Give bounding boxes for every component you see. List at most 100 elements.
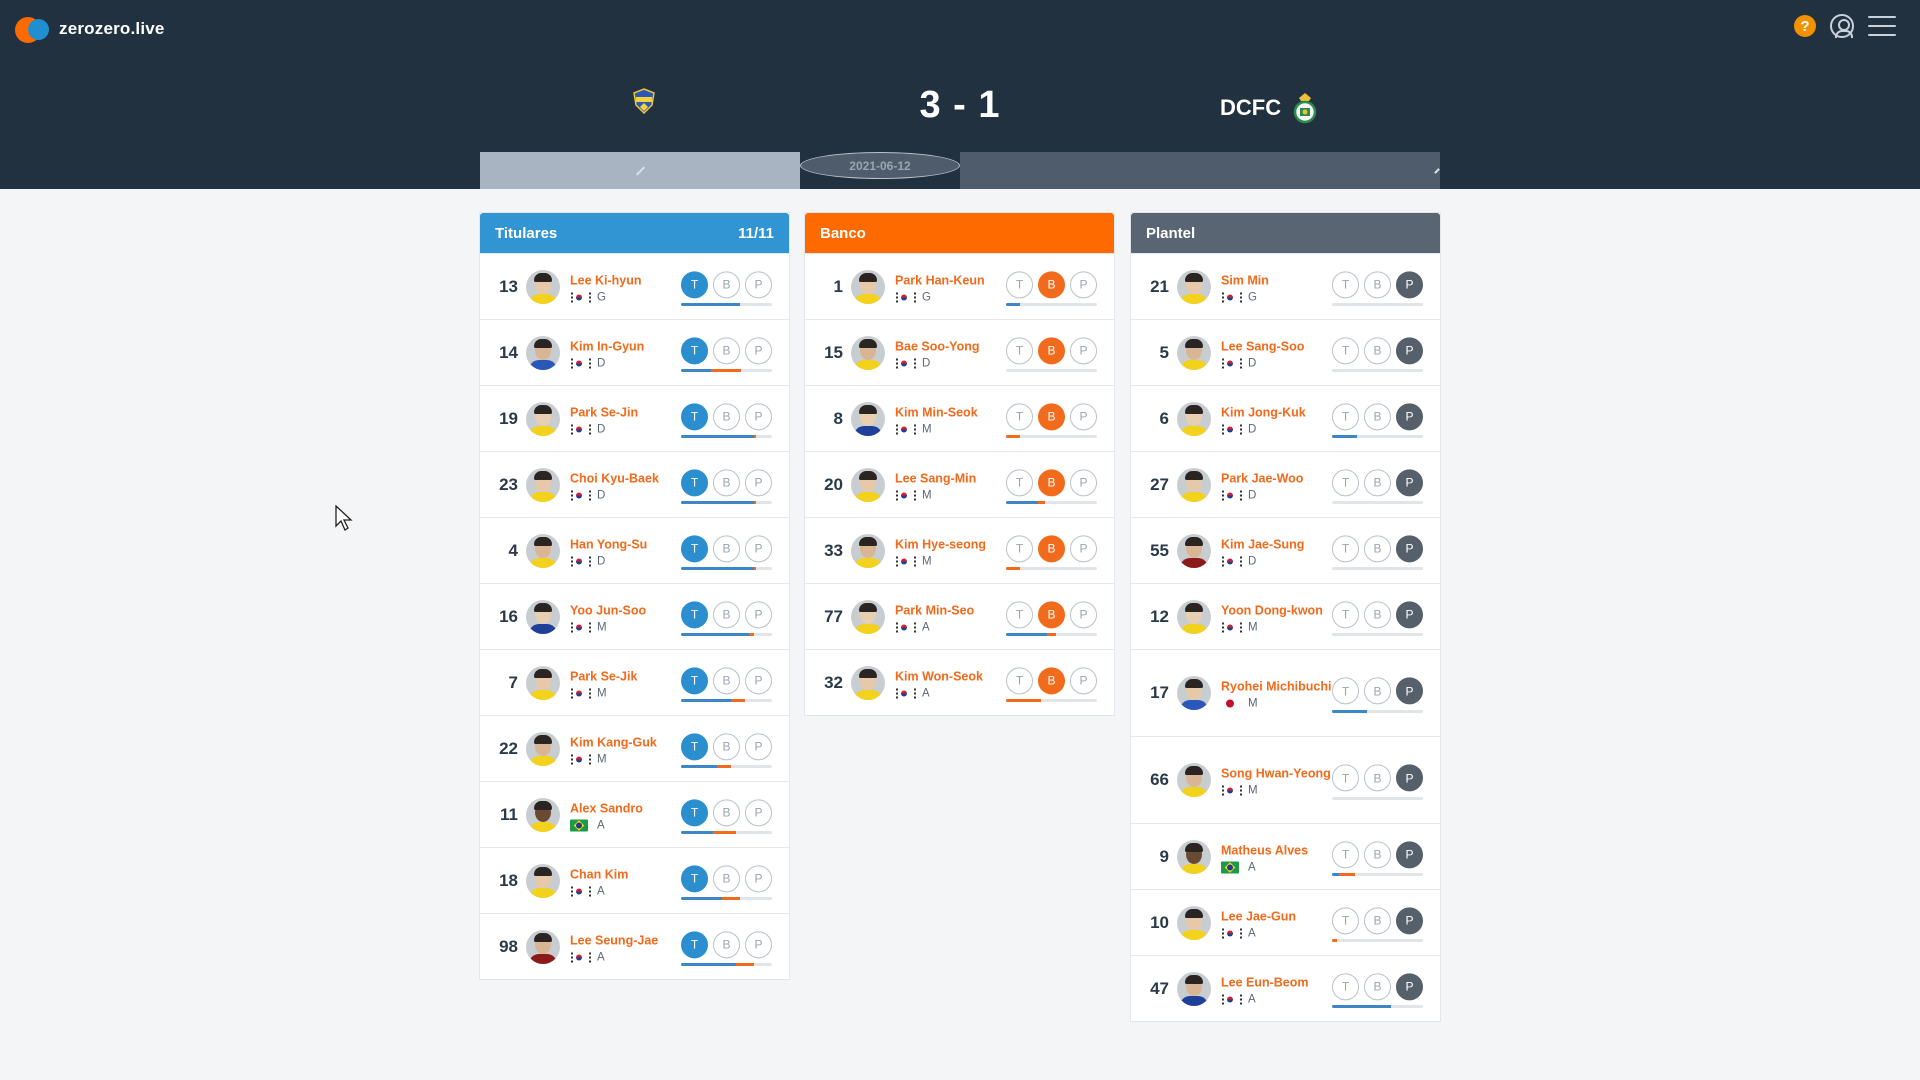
menu-icon[interactable] — [1868, 16, 1896, 36]
status-b-button[interactable]: B — [1364, 906, 1391, 934]
player-avatar[interactable] — [851, 269, 885, 304]
status-t-button[interactable]: T — [1332, 840, 1359, 868]
status-b-button[interactable]: B — [1364, 468, 1391, 496]
status-p-button[interactable]: P — [745, 732, 772, 760]
status-p-button[interactable]: P — [745, 402, 772, 430]
status-p-button[interactable]: P — [1396, 764, 1423, 792]
status-b-button[interactable]: B — [713, 732, 740, 760]
status-p-button[interactable]: P — [745, 864, 772, 892]
status-p-button[interactable]: P — [1396, 402, 1423, 430]
status-b-button[interactable]: B — [713, 534, 740, 562]
status-b-button[interactable]: B — [1038, 468, 1065, 496]
status-t-button[interactable]: T — [681, 732, 708, 760]
status-t-button[interactable]: T — [1332, 270, 1359, 298]
player-avatar[interactable] — [851, 665, 885, 700]
status-b-button[interactable]: B — [713, 798, 740, 826]
status-b-button[interactable]: B — [1038, 336, 1065, 364]
status-t-button[interactable]: T — [1332, 677, 1359, 705]
status-p-button[interactable]: P — [1396, 840, 1423, 868]
player-avatar[interactable] — [851, 335, 885, 370]
status-p-button[interactable]: P — [1070, 534, 1097, 562]
player-avatar[interactable] — [526, 863, 560, 898]
status-p-button[interactable]: P — [745, 798, 772, 826]
player-avatar[interactable] — [1177, 839, 1211, 874]
status-p-button[interactable]: P — [1396, 468, 1423, 496]
player-avatar[interactable] — [526, 335, 560, 370]
help-icon[interactable]: ? — [1794, 15, 1816, 37]
edit-home-tab[interactable] — [480, 152, 800, 189]
status-t-button[interactable]: T — [1006, 600, 1033, 628]
status-b-button[interactable]: B — [713, 666, 740, 694]
status-p-button[interactable]: P — [1396, 336, 1423, 364]
status-t-button[interactable]: T — [681, 930, 708, 958]
status-t-button[interactable]: T — [1332, 336, 1359, 364]
status-p-button[interactable]: P — [1070, 666, 1097, 694]
status-t-button[interactable]: T — [1332, 600, 1359, 628]
status-t-button[interactable]: T — [1332, 402, 1359, 430]
player-avatar[interactable] — [1177, 533, 1211, 568]
player-avatar[interactable] — [1177, 335, 1211, 370]
player-avatar[interactable] — [1177, 401, 1211, 436]
status-b-button[interactable]: B — [1364, 972, 1391, 1000]
status-b-button[interactable]: B — [1364, 534, 1391, 562]
status-t-button[interactable]: T — [1006, 270, 1033, 298]
status-b-button[interactable]: B — [1038, 600, 1065, 628]
status-t-button[interactable]: T — [1332, 906, 1359, 934]
status-b-button[interactable]: B — [713, 270, 740, 298]
status-p-button[interactable]: P — [1070, 336, 1097, 364]
status-t-button[interactable]: T — [681, 402, 708, 430]
status-t-button[interactable]: T — [681, 468, 708, 496]
status-p-button[interactable]: P — [745, 930, 772, 958]
status-b-button[interactable]: B — [1364, 677, 1391, 705]
status-t-button[interactable]: T — [681, 798, 708, 826]
status-p-button[interactable]: P — [1070, 600, 1097, 628]
player-avatar[interactable] — [1177, 905, 1211, 940]
player-avatar[interactable] — [1177, 467, 1211, 502]
status-p-button[interactable]: P — [745, 600, 772, 628]
player-avatar[interactable] — [526, 797, 560, 832]
status-t-button[interactable]: T — [1332, 534, 1359, 562]
status-t-button[interactable]: T — [1006, 468, 1033, 496]
status-t-button[interactable]: T — [1006, 666, 1033, 694]
status-b-button[interactable]: B — [713, 930, 740, 958]
player-avatar[interactable] — [1177, 599, 1211, 634]
player-avatar[interactable] — [526, 269, 560, 304]
status-p-button[interactable]: P — [1070, 468, 1097, 496]
status-b-button[interactable]: B — [1364, 270, 1391, 298]
status-p-button[interactable]: P — [745, 468, 772, 496]
status-p-button[interactable]: P — [745, 336, 772, 364]
status-b-button[interactable]: B — [713, 402, 740, 430]
site-logo[interactable]: zerozero.live — [15, 14, 165, 44]
player-avatar[interactable] — [526, 533, 560, 568]
status-t-button[interactable]: T — [1332, 468, 1359, 496]
status-t-button[interactable]: T — [681, 534, 708, 562]
status-b-button[interactable]: B — [1364, 764, 1391, 792]
status-p-button[interactable]: P — [1396, 600, 1423, 628]
status-p-button[interactable]: P — [745, 666, 772, 694]
status-p-button[interactable]: P — [745, 270, 772, 298]
player-avatar[interactable] — [851, 533, 885, 568]
status-p-button[interactable]: P — [1070, 270, 1097, 298]
status-b-button[interactable]: B — [1364, 840, 1391, 868]
player-avatar[interactable] — [526, 401, 560, 436]
status-p-button[interactable]: P — [1396, 270, 1423, 298]
status-b-button[interactable]: B — [713, 336, 740, 364]
status-p-button[interactable]: P — [745, 534, 772, 562]
status-b-button[interactable]: B — [713, 600, 740, 628]
edit-away-tab[interactable] — [960, 152, 1440, 189]
player-avatar[interactable] — [1177, 971, 1211, 1006]
status-t-button[interactable]: T — [1332, 764, 1359, 792]
status-b-button[interactable]: B — [1364, 336, 1391, 364]
status-t-button[interactable]: T — [681, 864, 708, 892]
player-avatar[interactable] — [526, 599, 560, 634]
status-b-button[interactable]: B — [1364, 402, 1391, 430]
user-icon[interactable] — [1830, 14, 1854, 38]
player-avatar[interactable] — [1177, 269, 1211, 304]
status-t-button[interactable]: T — [681, 336, 708, 364]
status-b-button[interactable]: B — [1038, 534, 1065, 562]
status-b-button[interactable]: B — [1038, 666, 1065, 694]
status-b-button[interactable]: B — [713, 864, 740, 892]
status-p-button[interactable]: P — [1070, 402, 1097, 430]
status-b-button[interactable]: B — [1364, 600, 1391, 628]
player-avatar[interactable] — [526, 731, 560, 766]
